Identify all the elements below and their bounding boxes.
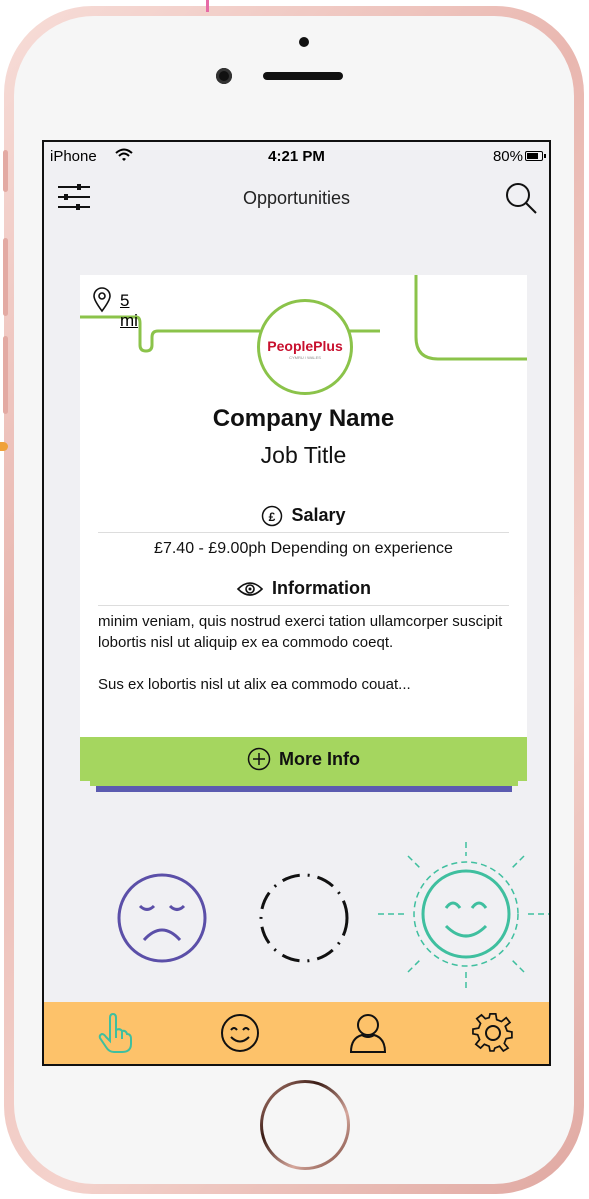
dashed-circle-icon[interactable] bbox=[256, 870, 352, 966]
status-bar: iPhone 4:21 PM 80% bbox=[44, 142, 549, 170]
reaction-bar bbox=[44, 842, 549, 1012]
salary-heading: £ Salary bbox=[80, 505, 527, 527]
app-screen: iPhone 4:21 PM 80% Opportunities 5 mi Pe… bbox=[42, 140, 551, 1066]
distance-label: 5 mi bbox=[120, 291, 138, 330]
location-pin-icon bbox=[93, 287, 111, 313]
page-title: Opportunities bbox=[242, 188, 351, 208]
svg-text:£: £ bbox=[269, 510, 276, 524]
earpiece-speaker bbox=[263, 72, 343, 80]
volume-down-button bbox=[3, 336, 8, 414]
mute-switch bbox=[3, 150, 8, 192]
company-name: Company Name bbox=[212, 405, 395, 432]
job-title: Job Title bbox=[260, 442, 347, 468]
user-icon[interactable] bbox=[347, 1012, 389, 1054]
status-time: 4:21 PM bbox=[268, 148, 325, 165]
eye-icon bbox=[236, 582, 264, 597]
volume-up-button bbox=[3, 238, 8, 316]
salary-text: £7.40 - £9.00ph Depending on experience bbox=[154, 540, 453, 557]
information-heading: Information bbox=[80, 578, 527, 599]
salary-heading-text: Salary bbox=[291, 505, 346, 525]
company-logo: PeoplePlus CYMRU / WALES bbox=[257, 299, 353, 395]
tab-bar bbox=[44, 1002, 549, 1064]
more-info-label: More Info bbox=[279, 749, 360, 769]
logo-text: PeoplePlus bbox=[267, 338, 343, 354]
job-card[interactable]: 5 mi PeoplePlus CYMRU / WALES Company Na… bbox=[80, 275, 527, 781]
smiley-icon[interactable] bbox=[219, 1012, 261, 1054]
top-decoration bbox=[206, 0, 209, 12]
logo-subtext: CYMRU / WALES bbox=[289, 355, 321, 360]
divider bbox=[98, 532, 509, 533]
distance-indicator: 5 mi bbox=[92, 287, 138, 330]
proximity-sensor bbox=[299, 37, 309, 47]
information-body: minim veniam, quis nostrud exerci tation… bbox=[98, 611, 509, 716]
search-icon[interactable] bbox=[503, 180, 539, 216]
gear-icon[interactable] bbox=[472, 1012, 514, 1054]
front-camera bbox=[216, 68, 232, 84]
info-paragraph: minim veniam, quis nostrud exerci tation… bbox=[98, 613, 503, 651]
sad-face-icon[interactable] bbox=[114, 870, 210, 966]
nav-bar: Opportunities bbox=[44, 172, 549, 224]
plus-circle-icon bbox=[247, 747, 271, 770]
more-info-button[interactable]: More Info bbox=[80, 737, 527, 781]
home-button[interactable] bbox=[260, 1080, 350, 1170]
hand-pointer-icon[interactable] bbox=[94, 1012, 136, 1054]
information-heading-text: Information bbox=[272, 578, 371, 598]
divider bbox=[98, 605, 509, 606]
info-paragraph: Sus ex lobortis nisl ut alix ea commodo … bbox=[98, 676, 411, 693]
card-stack-layer-3 bbox=[96, 786, 512, 792]
pound-coin-icon: £ bbox=[262, 506, 283, 527]
battery-icon bbox=[525, 151, 546, 161]
happy-sun-face-icon[interactable] bbox=[374, 842, 551, 1002]
battery-percent: 80% bbox=[492, 148, 523, 165]
